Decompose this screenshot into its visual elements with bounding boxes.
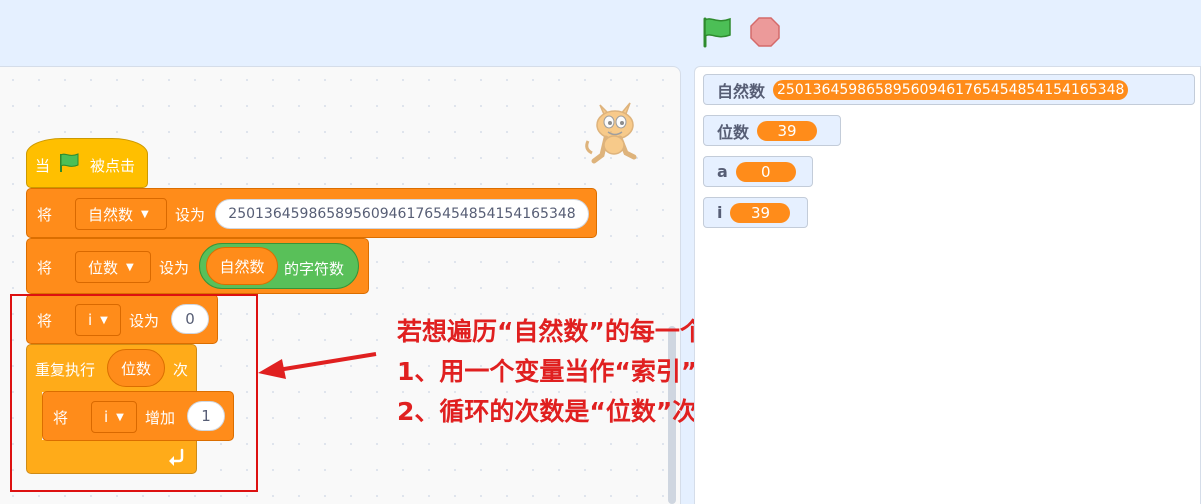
set-label: 将 <box>37 259 53 277</box>
monitor-value: 39 <box>757 120 818 141</box>
monitor-label: i <box>717 203 723 222</box>
variable-dropdown[interactable]: 位数 ▼ <box>75 251 151 283</box>
variable-name: 位数 <box>88 258 119 277</box>
hat-prefix: 当 <box>35 157 51 175</box>
monitor-label: a <box>717 162 728 181</box>
sprite-cat-icon <box>585 102 637 164</box>
highlight-box <box>10 294 258 492</box>
monitor-a[interactable]: a 0 <box>703 156 813 187</box>
monitor-i[interactable]: i 39 <box>703 197 808 228</box>
monitor-label: 位数 <box>717 122 750 142</box>
monitor-digit-count[interactable]: 位数 39 <box>703 115 841 146</box>
monitor-label: 自然数 <box>717 81 766 101</box>
monitor-value: 39 <box>730 202 791 223</box>
stop-icon[interactable] <box>748 15 782 49</box>
set-natural-number-block[interactable]: 将 自然数 ▼ 设为 250136459865895609461765454854… <box>26 188 597 238</box>
green-flag-icon <box>57 152 81 178</box>
natural-number-reporter[interactable]: 自然数 <box>206 247 278 285</box>
variable-dropdown[interactable]: 自然数 ▼ <box>75 198 167 230</box>
set-to-label: 设为 <box>159 259 190 277</box>
monitor-value: 0 <box>735 161 796 182</box>
set-digit-count-block[interactable]: 将 位数 ▼ 设为 自然数 的字符数 <box>26 238 369 294</box>
variable-name: 自然数 <box>88 205 134 224</box>
chevron-down-icon: ▼ <box>126 261 134 273</box>
hat-suffix: 被点击 <box>90 157 136 175</box>
chevron-down-icon: ▼ <box>141 208 149 220</box>
stage-controls-bar <box>0 0 1201 64</box>
monitor-natural-number[interactable]: 自然数 250136459865895609461765454854154165… <box>703 74 1195 105</box>
monitor-value: 250136459865895609461765454854154165348 <box>773 79 1129 100</box>
annotation-arrow-icon <box>258 352 377 379</box>
length-of-label: 的字符数 <box>284 260 345 278</box>
set-label: 将 <box>37 206 53 224</box>
when-flag-clicked-block[interactable]: 当 被点击 <box>26 138 148 188</box>
value-input[interactable]: 250136459865895609461765454854154165348 <box>215 199 589 229</box>
green-flag-icon[interactable] <box>699 15 735 49</box>
set-to-label: 设为 <box>175 206 206 224</box>
length-of-operator[interactable]: 自然数 的字符数 <box>199 243 359 289</box>
